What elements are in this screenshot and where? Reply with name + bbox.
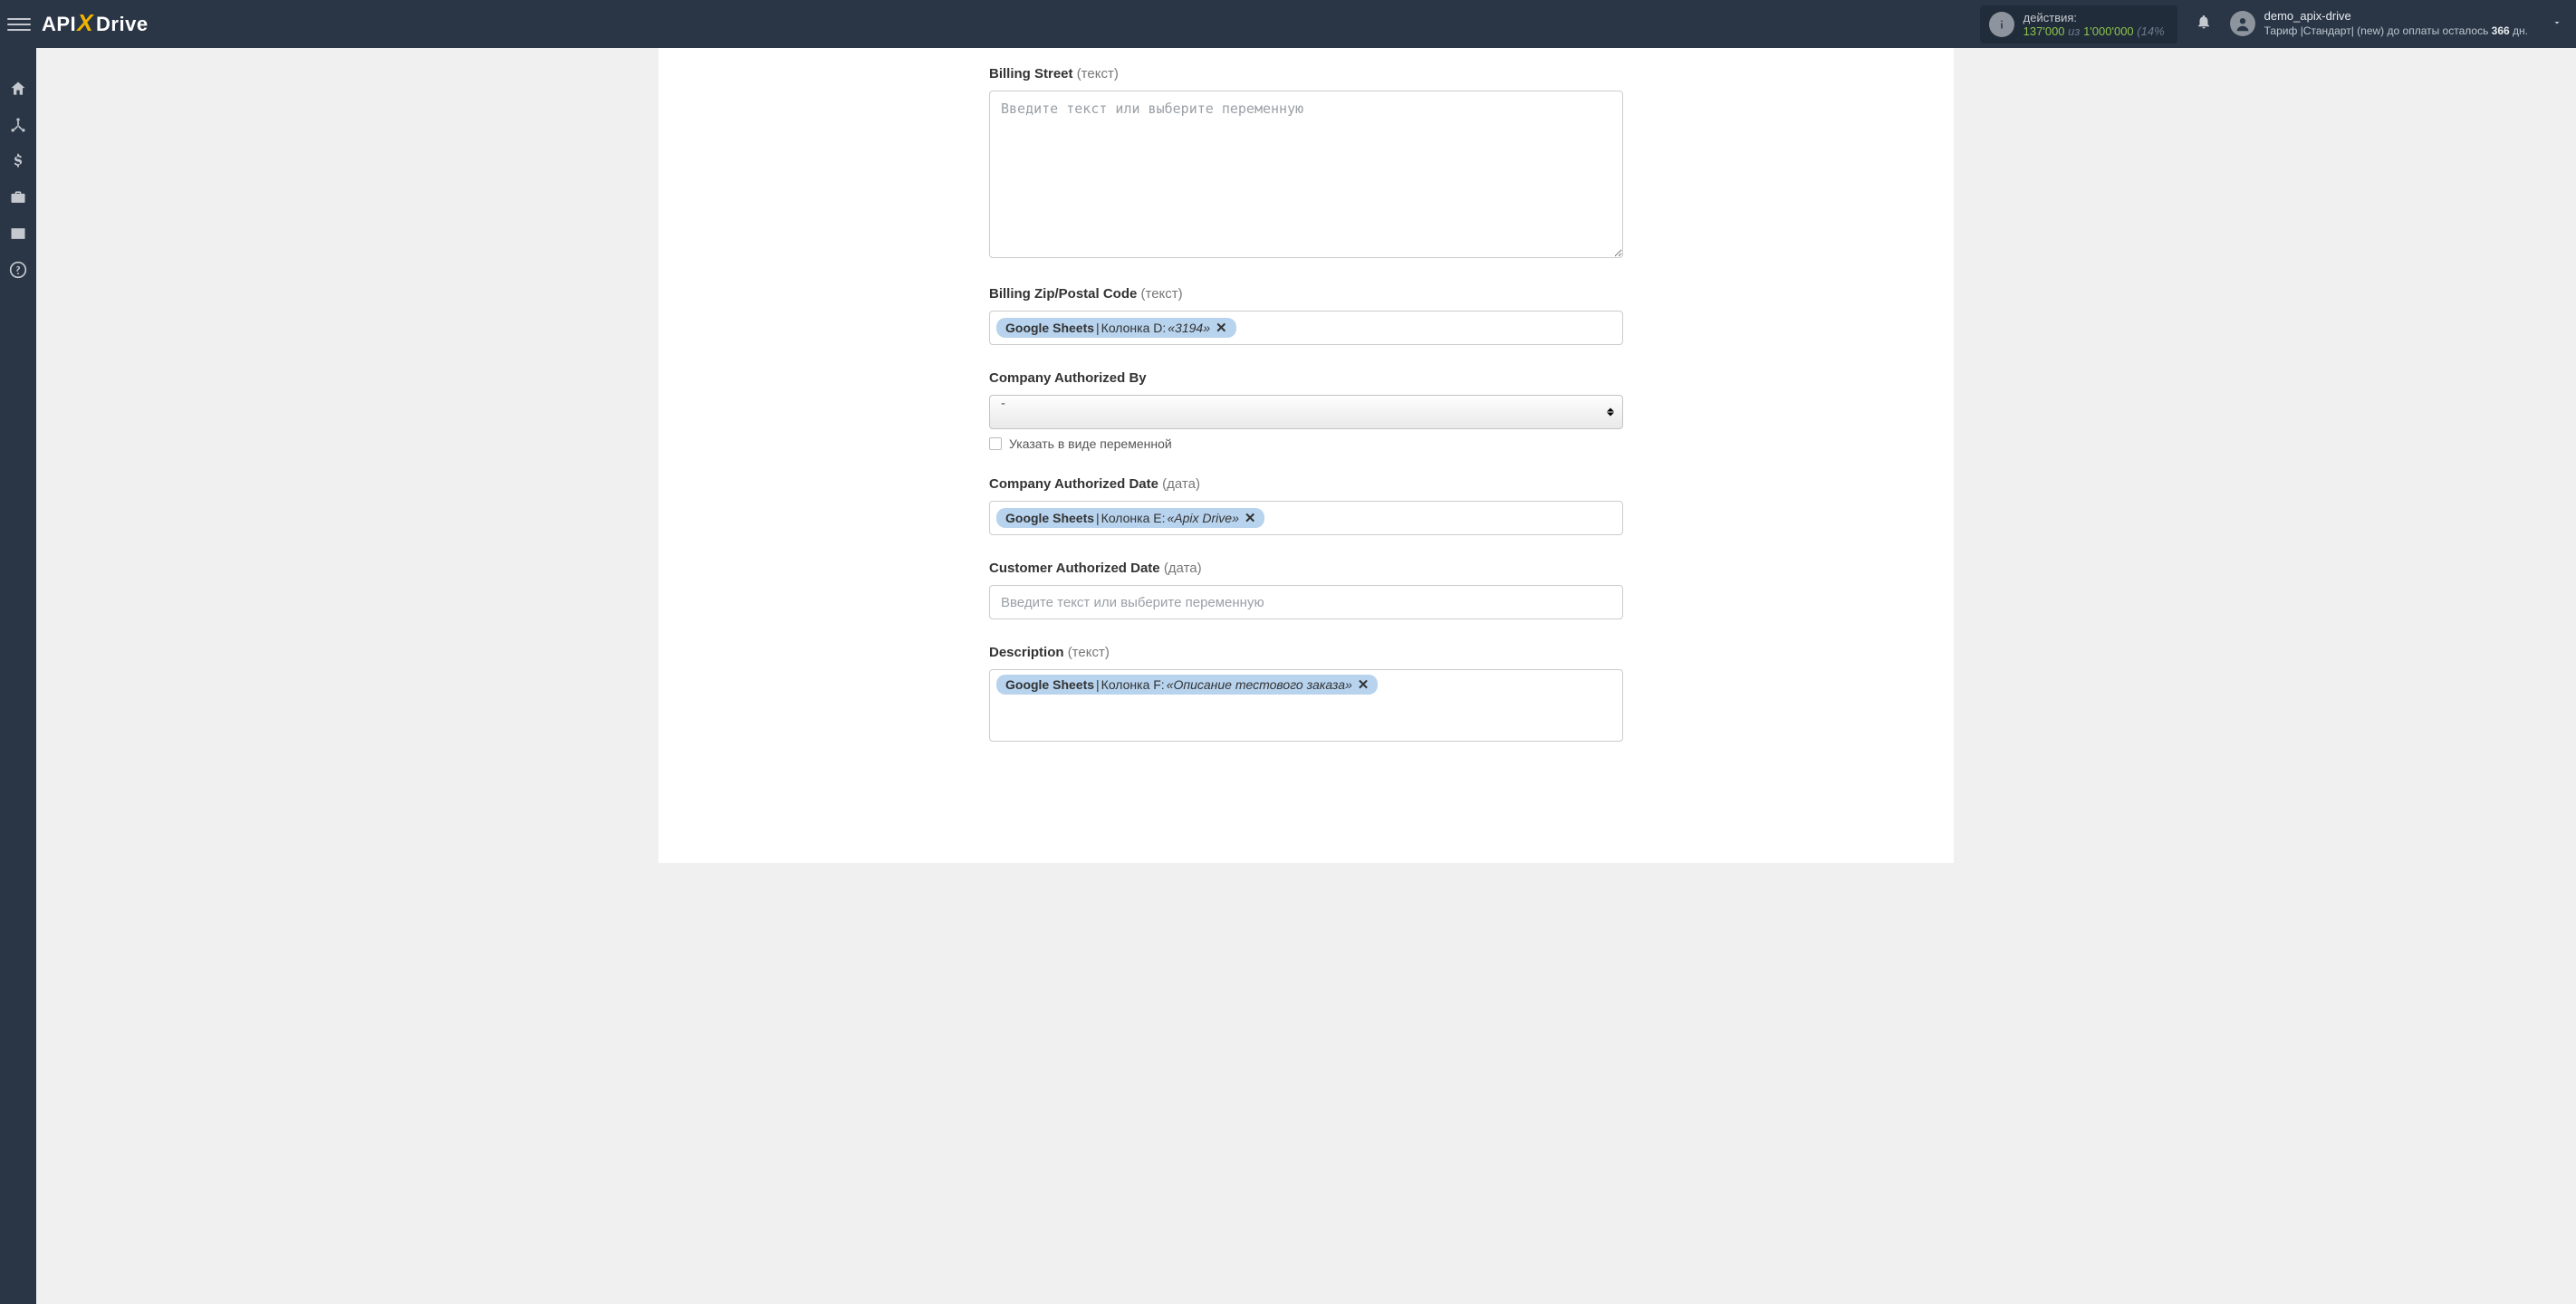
hamburger-menu[interactable] [7,13,31,36]
checkbox-label: Указать в виде переменной [1009,436,1172,451]
sidebar-item-home[interactable] [0,71,36,107]
sidebar-item-billing[interactable] [0,143,36,179]
notifications-icon[interactable] [2196,14,2212,34]
input-company-auth-date[interactable]: Google Sheets | Колонка E: «Apix Drive» … [989,501,1623,535]
form-card: Billing Street (текст) Billing Zip/Posta… [658,48,1954,863]
info-icon [1989,12,2014,37]
logo-x: X [77,9,93,37]
actions-label: действия: [2023,11,2165,24]
label-billing-street: Billing Street (текст) [989,66,1623,82]
token-company-auth-date: Google Sheets | Колонка E: «Apix Drive» … [996,508,1264,528]
label-description: Description (текст) [989,645,1623,660]
token-description: Google Sheets | Колонка F: «Описание тес… [996,675,1378,695]
token-remove-icon[interactable]: ✕ [1245,510,1256,526]
input-description[interactable]: Google Sheets | Колонка F: «Описание тес… [989,669,1623,742]
sidebar-item-help[interactable] [0,252,36,288]
token-remove-icon[interactable]: ✕ [1216,320,1227,336]
user-name: demo_apix-drive [2264,9,2528,24]
sidebar-item-contacts[interactable] [0,216,36,252]
user-menu[interactable]: demo_apix-drive Тариф |Стандарт| (new) д… [2230,9,2562,38]
actions-usage-box[interactable]: действия: 137'000 из 1'000'000 (14% [1980,5,2177,43]
field-customer-auth-date: Customer Authorized Date (дата) [989,561,1623,619]
input-customer-auth-date[interactable] [989,585,1623,619]
label-company-auth-by: Company Authorized By [989,370,1623,386]
label-billing-zip: Billing Zip/Postal Code (текст) [989,286,1623,302]
logo[interactable]: API X Drive [42,10,149,38]
label-company-auth-date: Company Authorized Date (дата) [989,476,1623,492]
avatar-icon [2230,11,2255,36]
token-remove-icon[interactable]: ✕ [1358,676,1370,693]
field-company-auth-date: Company Authorized Date (дата) Google Sh… [989,476,1623,535]
field-description: Description (текст) Google Sheets | Коло… [989,645,1623,742]
logo-api: API [42,13,76,36]
select-company-auth-by[interactable]: - [989,395,1623,429]
label-customer-auth-date: Customer Authorized Date (дата) [989,561,1623,576]
actions-values: 137'000 из 1'000'000 (14% [2023,24,2165,38]
user-tariff: Тариф |Стандарт| (new) до оплаты осталос… [2264,24,2528,39]
app-header: API X Drive действия: 137'000 из 1'000'0… [0,0,2576,48]
sidebar-item-connections[interactable] [0,107,36,143]
main-content: Billing Street (текст) Billing Zip/Posta… [36,48,2576,1304]
sidebar [0,48,36,1304]
chevron-down-icon [2552,17,2562,31]
logo-drive: Drive [96,13,149,36]
checkbox-row-variable: Указать в виде переменной [989,436,1623,451]
checkbox-variable[interactable] [989,437,1002,450]
field-billing-zip: Billing Zip/Postal Code (текст) Google S… [989,286,1623,345]
field-company-auth-by: Company Authorized By - Указать в виде п… [989,370,1623,451]
input-billing-street[interactable] [989,91,1623,258]
field-billing-street: Billing Street (текст) [989,66,1623,261]
sidebar-item-briefcase[interactable] [0,179,36,216]
input-billing-zip[interactable]: Google Sheets | Колонка D: «3194» ✕ [989,311,1623,345]
token-billing-zip: Google Sheets | Колонка D: «3194» ✕ [996,318,1236,338]
